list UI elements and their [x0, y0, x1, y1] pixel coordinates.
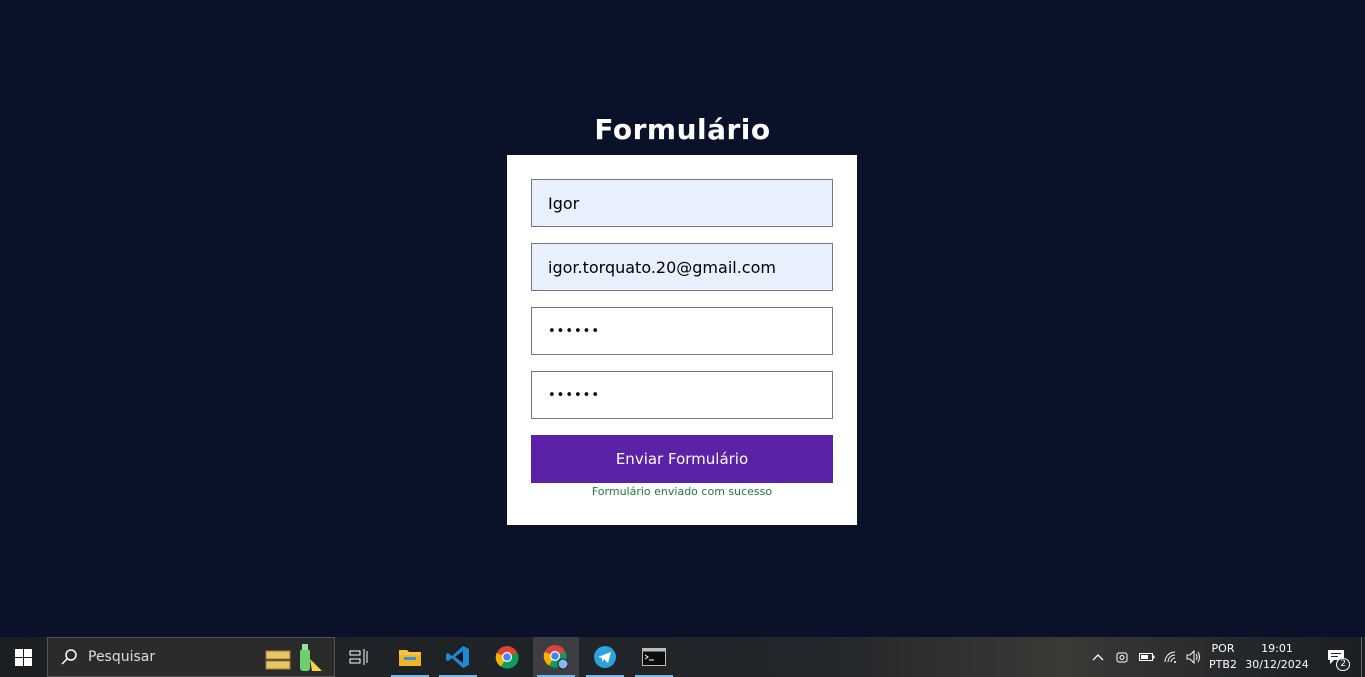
keyboard-layout-label: PTB2: [1209, 658, 1237, 671]
form-title: Formulário: [594, 113, 771, 146]
telegram-icon: [594, 646, 616, 668]
start-button[interactable]: [0, 637, 46, 677]
search-icon: [61, 649, 77, 665]
chrome-icon: [495, 646, 519, 669]
taskbar-app-chrome-profile[interactable]: [533, 637, 579, 677]
search-placeholder: Pesquisar: [88, 649, 156, 665]
task-view-button[interactable]: [336, 637, 382, 677]
notification-badge: 2: [1336, 658, 1350, 671]
taskbar-app-chrome[interactable]: [484, 637, 530, 677]
taskbar-app-terminal[interactable]: [631, 637, 677, 677]
taskbar-search[interactable]: Pesquisar: [47, 637, 335, 677]
chrome-profile-icon: [543, 645, 569, 670]
input-language-button[interactable]: POR PTB2: [1206, 637, 1240, 677]
form-card: Enviar Formulário Formulário enviado com…: [507, 155, 857, 525]
page: Formulário Enviar Formulário Formulário …: [0, 0, 1365, 637]
show-hidden-icons-button[interactable]: [1088, 637, 1108, 677]
chevron-up-icon: [1092, 654, 1104, 661]
email-input[interactable]: [531, 243, 833, 291]
clock-date: 30/12/2024: [1245, 658, 1309, 671]
action-center-button[interactable]: 2: [1316, 637, 1356, 677]
success-message: Formulário enviado com sucesso: [591, 485, 773, 498]
network-button[interactable]: [1160, 637, 1182, 677]
task-view-icon: [349, 649, 368, 665]
speaker-icon: [1186, 650, 1200, 664]
taskbar: Pesquisar POR PTB2 19:01 30/12/2024 2: [0, 637, 1365, 677]
wifi-icon: [1164, 651, 1176, 663]
taskbar-app-telegram[interactable]: [582, 637, 628, 677]
battery-icon: [1139, 653, 1155, 661]
name-input[interactable]: [531, 179, 833, 227]
windows-icon: [14, 648, 32, 666]
volume-button[interactable]: [1183, 637, 1205, 677]
show-desktop-button[interactable]: [1361, 637, 1365, 677]
file-explorer-icon: [399, 650, 421, 666]
meet-now-button[interactable]: [1112, 637, 1132, 677]
clock[interactable]: 19:01 30/12/2024: [1244, 637, 1310, 677]
submit-button[interactable]: Enviar Formulário: [531, 435, 833, 483]
password-input[interactable]: [531, 307, 833, 355]
camera-icon: [1116, 652, 1128, 663]
terminal-icon: [642, 648, 666, 666]
clock-time: 19:01: [1261, 642, 1293, 655]
taskbar-app-file-explorer[interactable]: [387, 637, 433, 677]
search-highlight-icon: [265, 644, 322, 671]
language-label: POR: [1211, 642, 1235, 655]
battery-button[interactable]: [1136, 637, 1158, 677]
vscode-icon: [446, 646, 469, 668]
taskbar-app-vscode[interactable]: [435, 637, 481, 677]
confirm-password-input[interactable]: [531, 371, 833, 419]
